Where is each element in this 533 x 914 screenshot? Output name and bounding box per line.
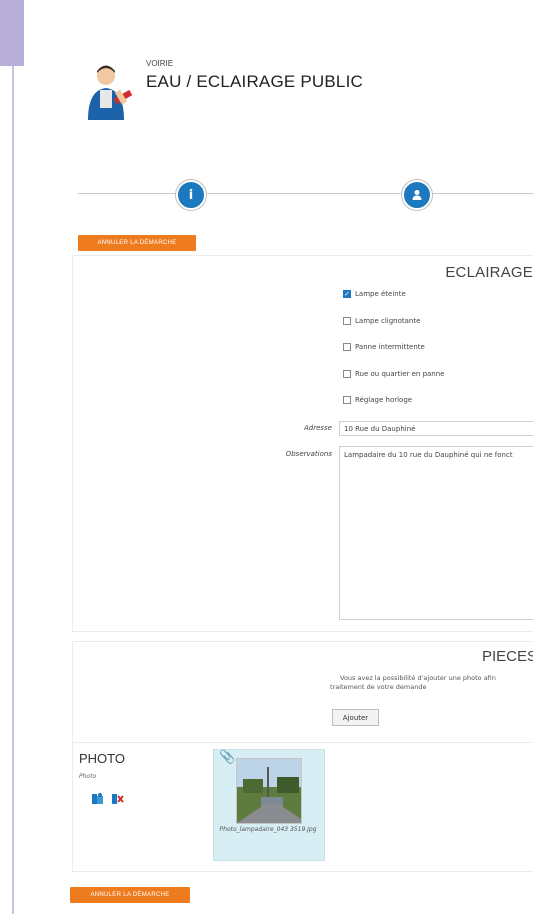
option-label: Réglage horloge: [355, 396, 413, 404]
option-rue-quartier[interactable]: Rue ou quartier en panne: [343, 370, 445, 378]
option-label: Rue ou quartier en panne: [355, 370, 445, 378]
photo-sublabel: Photo: [79, 773, 97, 780]
paperclip-icon: 📎: [219, 750, 236, 765]
stepper-line: [78, 193, 533, 194]
help-line: Vous avez la possibilité d'ajouter une p…: [340, 674, 496, 682]
delete-photo-icon[interactable]: [112, 792, 124, 805]
option-lampe-clignotante[interactable]: Lampe clignotante: [343, 317, 420, 325]
photo-label: PHOTO: [79, 751, 125, 766]
pieces-panel: [72, 641, 533, 743]
cancel-request-button-bottom[interactable]: ANNULER LA DÉMARCHE: [70, 887, 190, 903]
observations-label: Observations: [285, 450, 332, 458]
service-agent-avatar-icon: [88, 65, 133, 120]
eclairage-title: ECLAIRAGE: [445, 264, 533, 281]
pieces-help-text: Vous avez la possibilité d'ajouter une p…: [330, 674, 533, 692]
step-info-icon[interactable]: i: [176, 180, 206, 210]
checkbox-checked-icon[interactable]: ✓: [343, 290, 351, 298]
observations-textarea[interactable]: Lampadaire du 10 rue du Dauphiné qui ne …: [339, 446, 533, 620]
photo-thumbnail[interactable]: [236, 758, 302, 824]
pieces-title: PIECES J: [482, 648, 533, 665]
add-attachment-button[interactable]: Ajouter: [332, 709, 379, 726]
user-icon: [412, 190, 422, 200]
option-label: Lampe éteinte: [355, 290, 406, 298]
option-lampe-eteinte[interactable]: ✓ Lampe éteinte: [343, 290, 406, 298]
adresse-label: Adresse: [303, 424, 332, 432]
cancel-request-button[interactable]: ANNULER LA DÉMARCHE: [78, 235, 196, 251]
left-rail: [0, 0, 14, 914]
adresse-input[interactable]: 10 Rue du Dauphiné: [339, 421, 533, 436]
option-reglage-horloge[interactable]: Réglage horloge: [343, 396, 412, 404]
option-label: Panne intermittente: [355, 343, 425, 351]
checkbox-icon[interactable]: [343, 343, 351, 351]
photo-filename: Photo_lampadaire_043 3519.jpg: [219, 826, 317, 833]
side-tab: [0, 0, 24, 66]
checkbox-icon[interactable]: [343, 317, 351, 325]
option-label: Lampe clignotante: [355, 317, 421, 325]
step-user-icon[interactable]: [402, 180, 432, 210]
option-panne-intermittente[interactable]: Panne intermittente: [343, 343, 425, 351]
photo-actions: [92, 792, 124, 805]
page-title: EAU / ECLAIRAGE PUBLIC: [146, 72, 363, 91]
checkbox-icon[interactable]: [343, 370, 351, 378]
upload-photo-icon[interactable]: [92, 792, 104, 805]
category-label: VOIRIE: [146, 59, 174, 68]
checkbox-icon[interactable]: [343, 396, 351, 404]
help-line: traitement de votre demande: [330, 683, 427, 691]
